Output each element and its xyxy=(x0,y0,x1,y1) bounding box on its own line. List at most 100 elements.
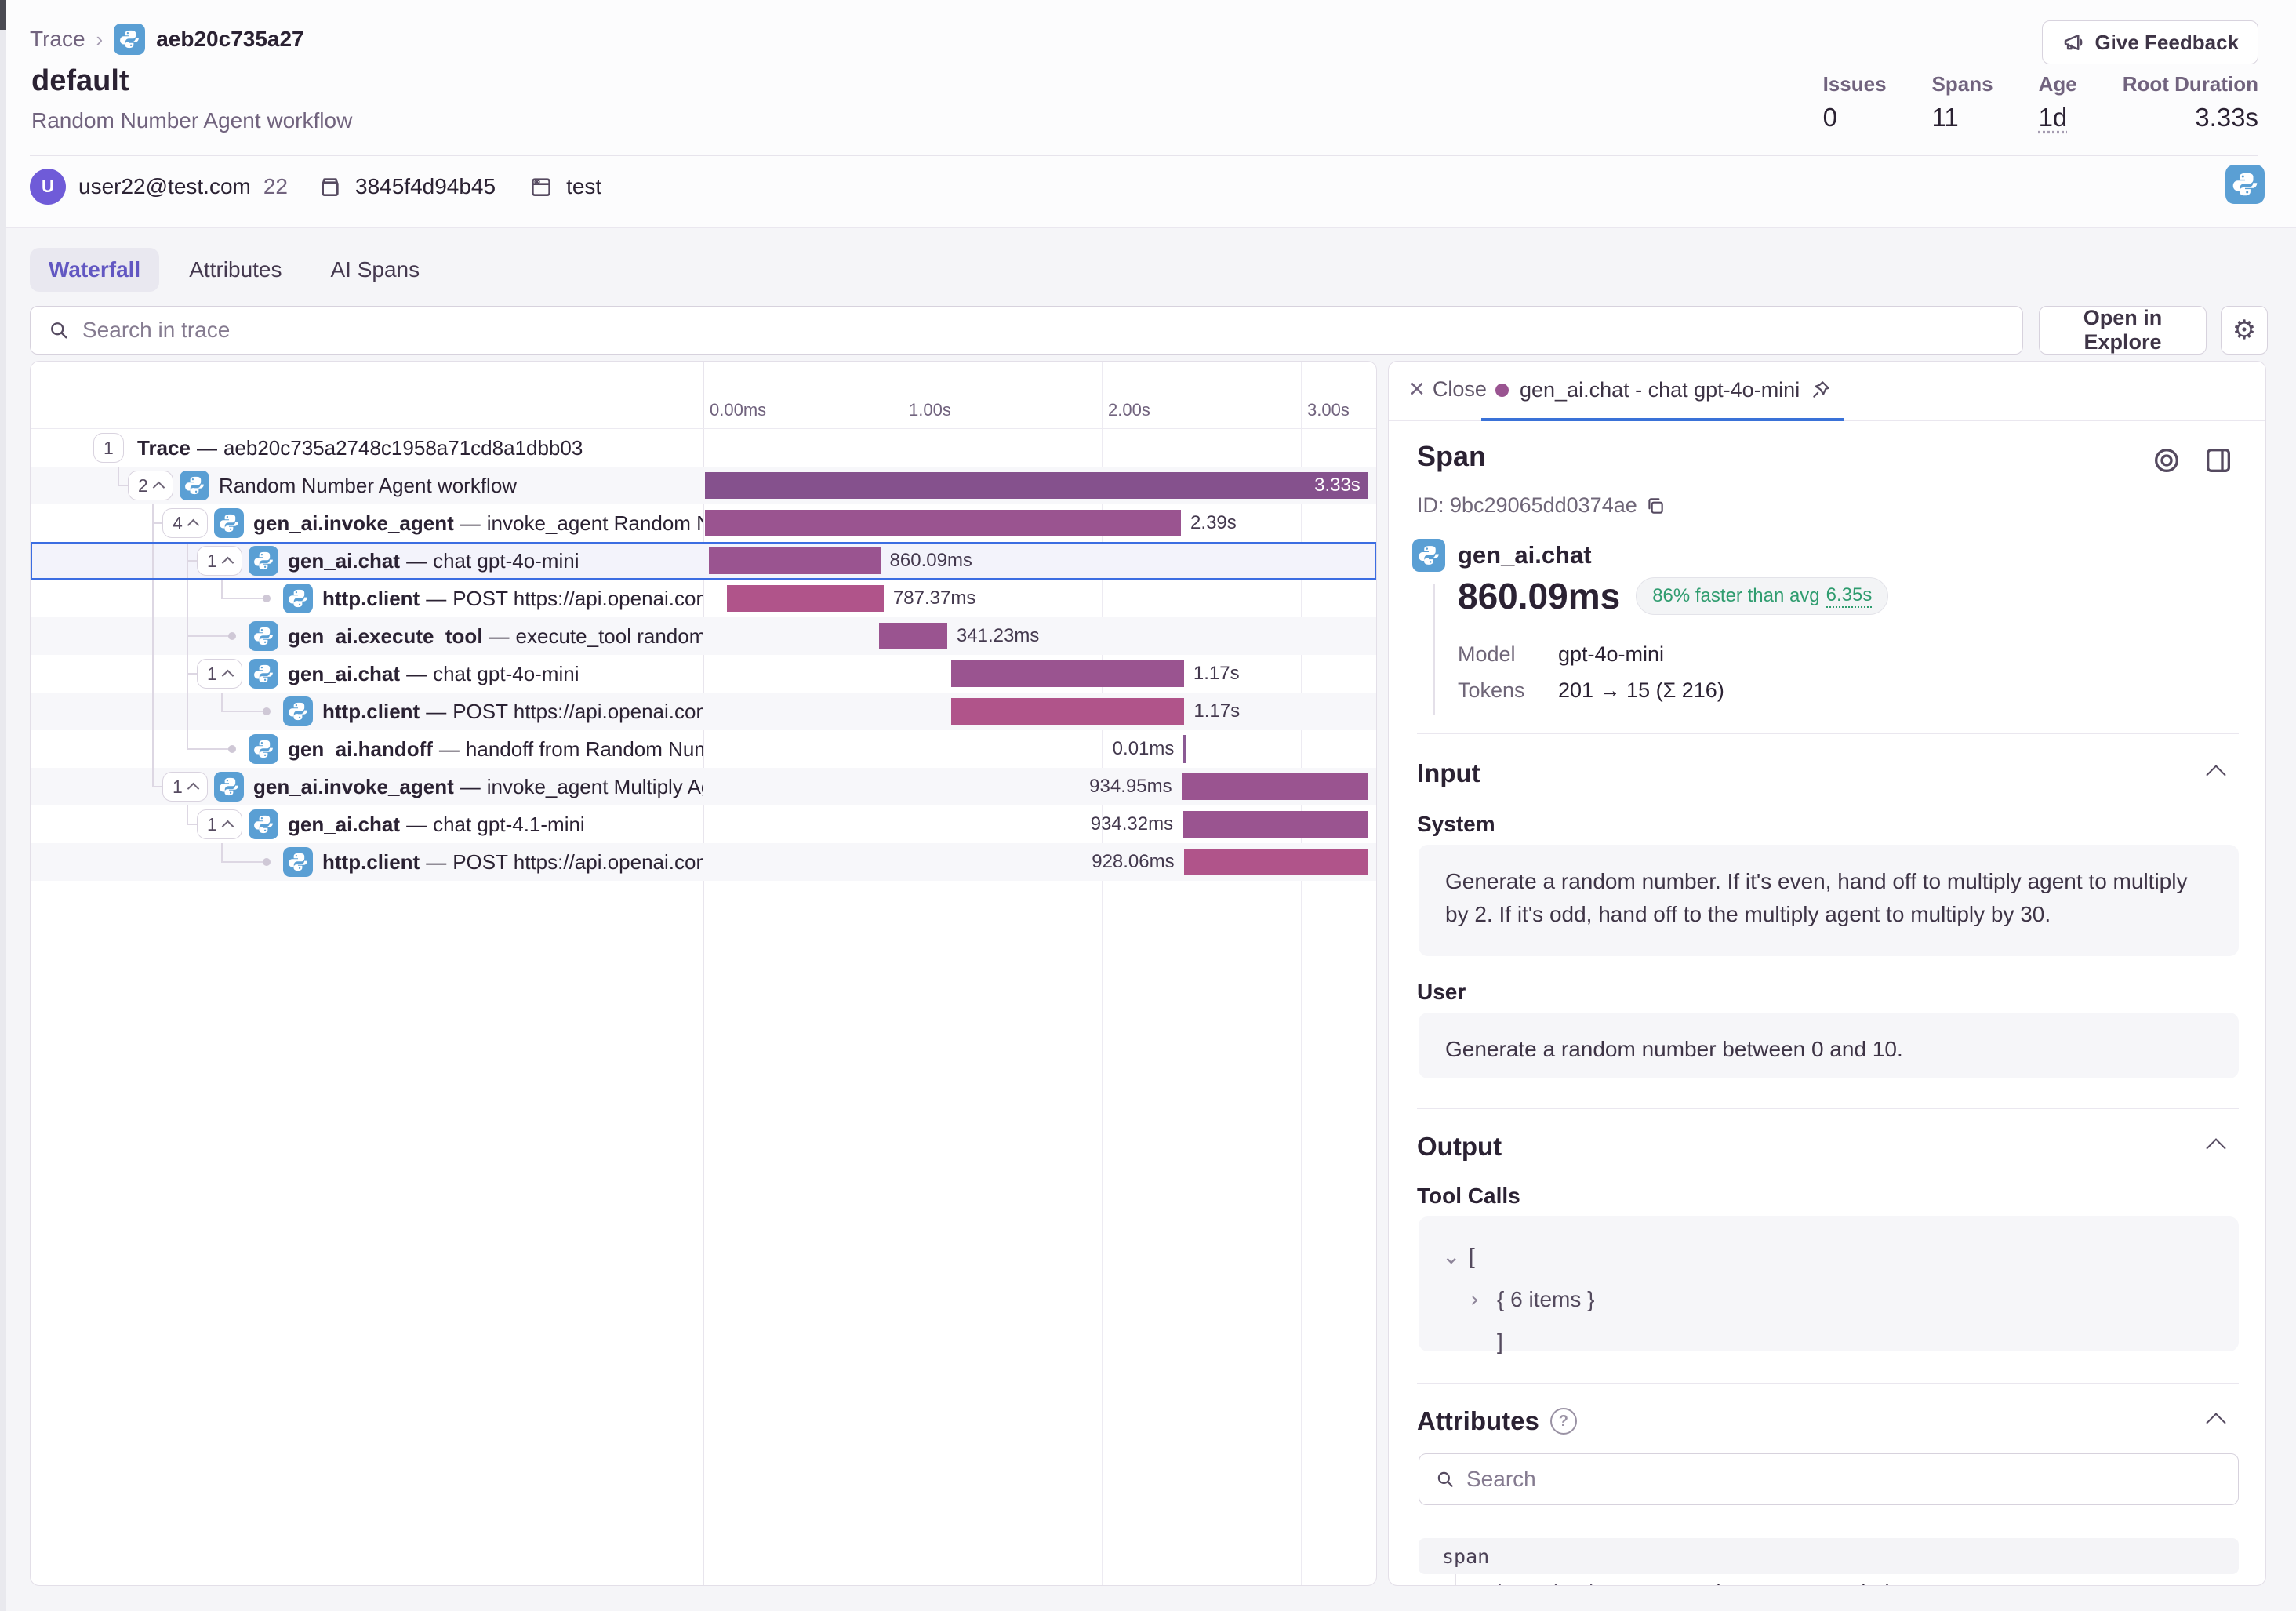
expand-count-pill[interactable]: 1 xyxy=(197,809,242,839)
span-name-cell[interactable]: 4gen_ai.invoke_agent—invoke_agent Random… xyxy=(31,504,703,542)
json-line[interactable]: ›{ 6 items } xyxy=(1442,1278,2215,1322)
badge-avg-link[interactable]: 6.35s xyxy=(1826,584,1873,608)
give-feedback-button[interactable]: Give Feedback xyxy=(2042,20,2258,64)
environment-name[interactable]: test xyxy=(566,174,601,199)
span-duration-bar[interactable] xyxy=(727,585,884,612)
detail-tab-gen-ai-chat[interactable]: gen_ai.chat - chat gpt-4o-mini xyxy=(1481,362,1844,421)
span-name-cell[interactable]: http.client—POST https://api.openai.com/… xyxy=(31,843,703,881)
collapse-attributes-icon[interactable] xyxy=(2206,1413,2225,1432)
span-name-cell[interactable]: 1gen_ai.chat—chat gpt-4o-mini xyxy=(31,655,703,693)
span-row[interactable]: 1 Trace—aeb20c735a2748c1958a71cd8a1dbb03 xyxy=(31,429,1376,467)
settings-button[interactable]: ⚙ xyxy=(2221,306,2268,355)
help-icon[interactable]: ? xyxy=(1550,1408,1577,1435)
span-bar-cell[interactable]: 3.33s xyxy=(703,467,1377,504)
collapse-output-icon[interactable] xyxy=(2206,1138,2225,1158)
span-bar-cell[interactable]: 787.37ms xyxy=(703,580,1377,617)
chevron-down-icon[interactable]: ⌄ xyxy=(1442,1235,1469,1278)
span-name-cell[interactable]: http.client—POST https://api.openai.com/… xyxy=(31,693,703,730)
focus-target-icon[interactable] xyxy=(2151,445,2182,476)
user-email[interactable]: user22@test.com xyxy=(78,174,251,199)
chevron-right-icon[interactable]: › xyxy=(1470,1278,1497,1322)
span-bar-cell[interactable] xyxy=(703,429,1377,467)
bar-duration-label: 860.09ms xyxy=(890,542,972,580)
span-name-cell[interactable]: 1gen_ai.invoke_agent—invoke_agent Multip… xyxy=(31,768,703,806)
span-duration-bar[interactable] xyxy=(951,698,1184,725)
collapse-input-icon[interactable] xyxy=(2206,765,2225,784)
span-stats-rule xyxy=(1433,584,1435,715)
expand-count-pill[interactable]: 1 xyxy=(197,659,242,689)
span-row[interactable]: gen_ai.execute_tool—execute_tool random_… xyxy=(31,617,1376,655)
span-duration-tick[interactable] xyxy=(1183,735,1186,763)
span-duration-bar[interactable] xyxy=(709,547,880,574)
tab-attributes[interactable]: Attributes xyxy=(170,248,300,292)
input-title-text: Input xyxy=(1417,758,1480,788)
expand-count-pill[interactable]: 1 xyxy=(162,772,208,802)
span-name-cell[interactable]: 1gen_ai.chat—chat gpt-4o-mini xyxy=(31,542,703,580)
trace-stat: Root Duration3.33s xyxy=(2123,72,2258,133)
span-row[interactable]: 2Random Number Agent workflow3.33s xyxy=(31,467,1376,504)
json-line[interactable]: ⌄[ xyxy=(1442,1235,2215,1278)
span-name-cell[interactable]: http.client—POST https://api.openai.com/… xyxy=(31,580,703,617)
span-name-label: Trace—aeb20c735a2748c1958a71cd8a1dbb03 xyxy=(137,429,583,467)
stat-value: 0 xyxy=(1823,103,1887,133)
span-row[interactable]: http.client—POST https://api.openai.com/… xyxy=(31,580,1376,617)
span-bar-cell[interactable]: 1.17s xyxy=(703,693,1377,730)
span-duration-bar[interactable] xyxy=(1183,811,1368,838)
span-duration-bar[interactable] xyxy=(705,510,1181,536)
bar-duration-label: 1.17s xyxy=(1193,693,1240,730)
span-bar-cell[interactable]: 0.01ms xyxy=(703,730,1377,768)
release-id[interactable]: 3845f4d94b45 xyxy=(355,174,496,199)
span-row[interactable]: 1gen_ai.chat—chat gpt-4o-mini 860.09ms xyxy=(31,542,1376,580)
span-bar-cell[interactable]: 2.39s xyxy=(703,504,1377,542)
json-line[interactable]: ] xyxy=(1442,1321,2215,1364)
span-row[interactable]: gen_ai.handoff—handoff from Random Numbe… xyxy=(31,730,1376,768)
attributes-search-input[interactable]: Search xyxy=(1419,1453,2239,1505)
span-duration-bar[interactable] xyxy=(879,623,947,649)
span-name-label: gen_ai.chat—chat gpt-4.1-mini xyxy=(288,806,585,843)
span-name-cell[interactable]: 2Random Number Agent workflow xyxy=(31,467,703,504)
span-row[interactable]: 4gen_ai.invoke_agent—invoke_agent Random… xyxy=(31,504,1376,542)
span-row[interactable]: 1gen_ai.invoke_agent—invoke_agent Multip… xyxy=(31,768,1376,806)
span-bar-cell[interactable]: 1.17s xyxy=(703,655,1377,693)
span-bar-cell[interactable]: 934.95ms xyxy=(703,768,1377,806)
span-bar-cell[interactable]: 934.32ms xyxy=(703,806,1377,843)
span-duration-bar[interactable] xyxy=(1184,849,1369,875)
breadcrumb-trace-link[interactable]: Trace xyxy=(30,27,85,52)
open-in-explore-button[interactable]: Open in Explore xyxy=(2039,306,2207,355)
expand-count-pill[interactable]: 1 xyxy=(197,546,242,576)
close-detail-button[interactable]: × Close xyxy=(1409,376,1487,402)
span-row[interactable]: http.client—POST https://api.openai.com/… xyxy=(31,693,1376,730)
attribute-row[interactable]: span xyxy=(1419,1538,2239,1574)
span-duration-bar[interactable] xyxy=(1182,773,1368,800)
tab-waterfall[interactable]: Waterfall xyxy=(30,248,159,292)
breadcrumb-trace-id: aeb20c735a27 xyxy=(156,27,303,52)
span-duration-bar[interactable]: 3.33s xyxy=(705,472,1368,499)
span-bar-cell[interactable]: 928.06ms xyxy=(703,843,1377,881)
attribute-row[interactable]: descriptionchat gpt-4o-mini xyxy=(1419,1574,2239,1586)
tool-calls-json-box[interactable]: ⌄[›{ 6 items }] xyxy=(1419,1216,2239,1351)
give-feedback-label: Give Feedback xyxy=(2094,31,2239,55)
stat-value[interactable]: 1d xyxy=(2039,103,2068,133)
span-row[interactable]: 1gen_ai.chat—chat gpt-4o-mini1.17s xyxy=(31,655,1376,693)
tab-ai-spans[interactable]: AI Spans xyxy=(312,248,439,292)
span-bar-cell[interactable]: 341.23ms xyxy=(703,617,1377,655)
expand-count-pill[interactable]: 2 xyxy=(128,471,173,500)
span-name-cell[interactable]: gen_ai.handoff—handoff from Random Numbe… xyxy=(31,730,703,768)
bar-duration-label: 341.23ms xyxy=(957,617,1039,655)
page-title: default xyxy=(31,64,129,98)
attributes-title-text: Attributes xyxy=(1417,1406,1539,1436)
trace-search-input[interactable]: Search in trace xyxy=(30,306,2023,355)
span-name-cell[interactable]: 1 gen_ai.chat—chat gpt-4.1-mini xyxy=(31,806,703,843)
pin-icon[interactable] xyxy=(1811,380,1831,400)
copy-icon[interactable] xyxy=(1645,496,1666,516)
waterfall-panel: 0.00ms1.00s2.00s3.00s 1Trace—aeb20c735a2… xyxy=(30,361,1377,1586)
sidebar-layout-icon[interactable] xyxy=(2203,445,2234,476)
span-row[interactable]: http.client—POST https://api.openai.com/… xyxy=(31,843,1376,881)
span-name-cell[interactable]: 1 Trace—aeb20c735a2748c1958a71cd8a1dbb03 xyxy=(31,429,703,467)
span-bar-cell[interactable]: 860.09ms xyxy=(703,542,1377,580)
span-row[interactable]: 1 gen_ai.chat—chat gpt-4.1-mini 934.32ms xyxy=(31,806,1376,843)
expand-count-pill[interactable]: 1 xyxy=(93,433,124,463)
span-duration-bar[interactable] xyxy=(951,660,1184,687)
span-name-cell[interactable]: gen_ai.execute_tool—execute_tool random_… xyxy=(31,617,703,655)
expand-count-pill[interactable]: 4 xyxy=(162,508,208,538)
